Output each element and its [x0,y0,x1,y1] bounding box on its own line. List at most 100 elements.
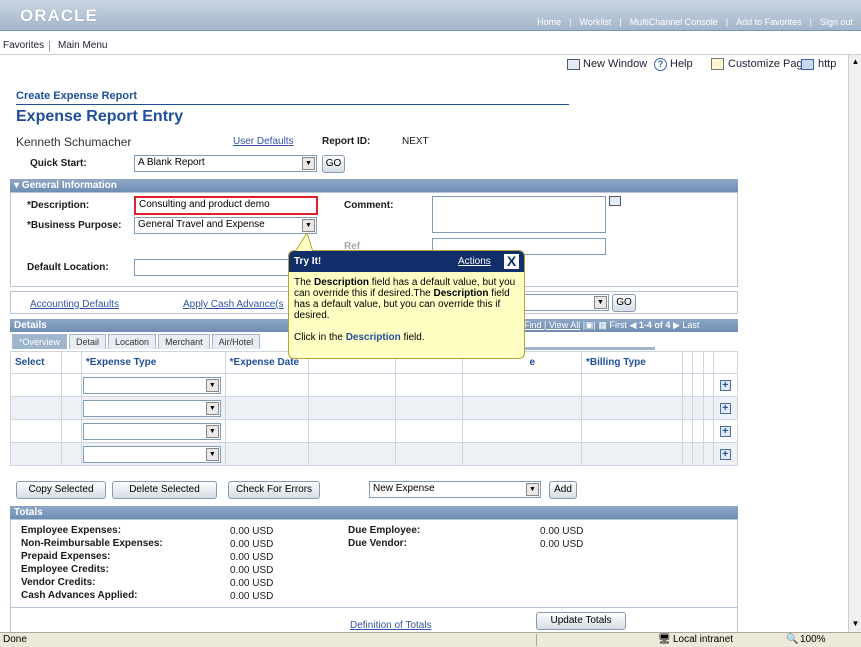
due-vendor-label: Due Vendor: [348,538,407,549]
tab-merchant[interactable]: Merchant [158,334,210,349]
scroll-up-icon[interactable]: ▲ [850,56,861,68]
new-window-icon [567,59,580,70]
default-location-label: Default Location: [27,262,109,273]
download-icon[interactable]: |▣| [583,320,596,330]
multichannel-console-link[interactable]: MultiChannel Console [622,17,726,27]
col-select: Select [10,351,62,374]
first-link[interactable]: First [609,320,627,330]
tab-location[interactable]: Location [108,334,157,349]
new-expense-select[interactable]: New Expense ▼ [369,481,541,498]
accounting-go-button[interactable]: GO [612,294,636,312]
vertical-scrollbar[interactable]: ▲ ▼ [848,55,861,632]
totals-title: Totals [14,507,43,518]
expense-type-select[interactable]: ▼ [82,445,221,463]
oracle-logo: ORACLE [20,6,98,25]
expense-type-select[interactable]: ▼ [82,399,221,417]
details-grid: Select *Expense Type *Expense Date e *Bi… [10,351,739,466]
expense-type-select[interactable]: ▼ [82,376,221,394]
try-it-callout: Try It! Actions X The Description field … [288,233,525,359]
general-info-header[interactable]: ▾ General Information [10,179,738,192]
tab-air-hotel[interactable]: Air/Hotel [211,334,261,349]
copy-selected-button[interactable]: Copy Selected [16,481,106,499]
quick-start-go-button[interactable]: GO [322,155,345,173]
prev-icon[interactable]: ◀ [629,320,636,330]
business-purpose-select[interactable]: General Travel and Expense ▼ [134,217,317,234]
update-totals-button[interactable]: Update Totals [536,612,626,630]
employee-expenses-label: Employee Expenses: [21,525,122,536]
home-link[interactable]: Home [529,17,569,27]
apply-cash-advance-link[interactable]: Apply Cash Advance(s [183,299,288,310]
col-billing-type: *Billing Type [580,351,684,374]
table-row: ▼ + [10,373,739,397]
totals-header: Totals [10,506,738,519]
oracle-header-bar: ORACLE Home | Worklist | MultiChannel Cons… [0,0,861,31]
find-view-all-link[interactable]: Find | View All [524,320,580,330]
new-window-link[interactable]: New Window [583,58,647,70]
chevron-down-icon: ▼ [205,378,219,392]
add-row-icon[interactable]: + [719,425,731,437]
breadcrumb-divider [16,104,569,105]
page-title: Expense Report Entry [16,108,184,125]
chevron-down-icon: ▼ [205,401,219,415]
accounting-action-select[interactable]: ▼ [524,294,609,311]
callout-body: The Description field has a default valu… [294,277,516,343]
general-info-title: General Information [21,180,117,191]
sign-out-link[interactable]: Sign out [812,17,861,27]
callout-actions-link[interactable]: Actions [458,256,491,267]
check-for-errors-button[interactable]: Check For Errors [228,481,320,499]
add-row-icon[interactable]: + [719,448,731,460]
expand-comment-icon[interactable] [609,196,621,206]
quick-start-value: A Blank Report [138,157,205,168]
callout-pointer [294,233,314,253]
add-row-icon[interactable]: + [719,402,731,414]
add-row-icon[interactable]: + [719,379,731,391]
business-purpose-value: General Travel and Expense [138,219,265,230]
customize-page-icon [711,58,724,70]
tab-detail[interactable]: Detail [69,334,107,349]
main-menu[interactable]: Main Menu [58,40,107,51]
chevron-down-icon: ▼ [205,447,219,461]
favorites-menu[interactable]: Favorites [3,40,44,51]
accounting-defaults-link[interactable]: Accounting Defaults [30,299,119,310]
menu-separator: | [48,40,51,52]
browser-window: ORACLE Home | Worklist | MultiChannel Cons… [0,0,861,647]
chevron-down-icon: ▼ [302,219,315,232]
description-field[interactable]: Consulting and product demo [134,196,318,215]
zoom-icon: 🔍 [786,634,799,645]
next-icon[interactable]: ▶ [673,320,680,330]
quick-start-label: Quick Start: [30,158,87,169]
help-link[interactable]: Help [670,58,693,70]
close-icon[interactable]: X [503,253,520,270]
grid-icon[interactable]: ▦ [598,320,607,330]
chevron-down-icon: ▼ [205,424,219,438]
default-location-field[interactable] [134,259,294,276]
prepaid-expenses-value: 0.00 USD [230,552,274,563]
user-defaults-link[interactable]: User Defaults [233,136,294,147]
quick-start-select[interactable]: A Blank Report ▼ [134,155,317,172]
report-id-label: Report ID: [322,136,371,147]
comment-field[interactable] [432,196,606,233]
due-employee-label: Due Employee: [348,525,421,536]
definition-of-totals-link[interactable]: Definition of Totals [350,620,432,631]
breadcrumb: Create Expense Report [16,90,138,102]
add-button[interactable]: Add [549,481,577,499]
http-link[interactable]: http [818,58,836,70]
row-range: 1-4 of 4 [638,320,671,330]
employee-credits-value: 0.00 USD [230,565,274,576]
employee-expenses-value: 0.00 USD [230,526,274,537]
delete-selected-button[interactable]: Delete Selected [112,481,217,499]
customize-page-link[interactable]: Customize Page [728,58,809,70]
tab-overview[interactable]: *Overview [12,334,68,349]
help-icon: ? [654,58,667,71]
scroll-down-icon[interactable]: ▼ [850,618,861,630]
zoom-level[interactable]: 100% [800,634,826,645]
status-bar: Done 🖥 Local intranet 🔍 100% [0,632,861,647]
chevron-down-icon: ▼ [526,483,539,496]
callout-title: Try It! [294,256,322,267]
last-link[interactable]: Last [682,320,699,330]
employee-credits-label: Employee Credits: [21,564,109,575]
expense-type-select[interactable]: ▼ [82,422,221,440]
cash-advances-label: Cash Advances Applied: [21,590,138,601]
add-to-favorites-link[interactable]: Add to Favorites [728,17,810,27]
worklist-link[interactable]: Worklist [572,17,620,27]
